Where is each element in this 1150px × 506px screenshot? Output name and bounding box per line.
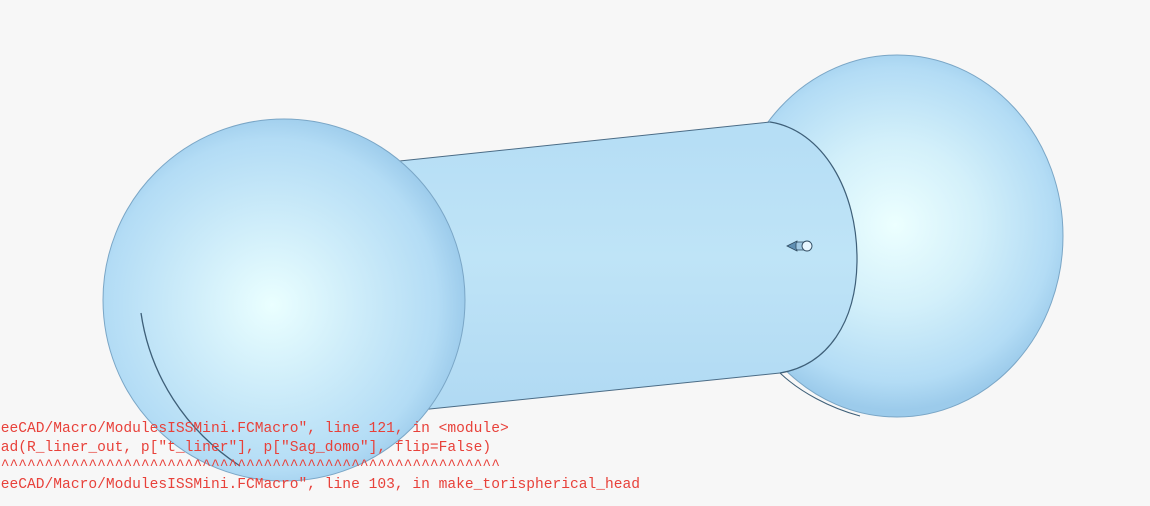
traceback-line[interactable]: ead(R_liner_out, p["t_liner"], p["Sag_do… [0,439,491,457]
traceback-line[interactable]: reeCAD/Macro/ModulesISSMini.FCMacro", li… [0,420,509,438]
3d-viewport[interactable]: reeCAD/Macro/ModulesISSMini.FCMacro", li… [0,0,1150,506]
traceback-line[interactable]: reeCAD/Macro/ModulesISSMini.FCMacro", li… [0,476,640,494]
traceback-caret-line[interactable]: ^^^^^^^^^^^^^^^^^^^^^^^^^^^^^^^^^^^^^^^^… [0,457,500,475]
